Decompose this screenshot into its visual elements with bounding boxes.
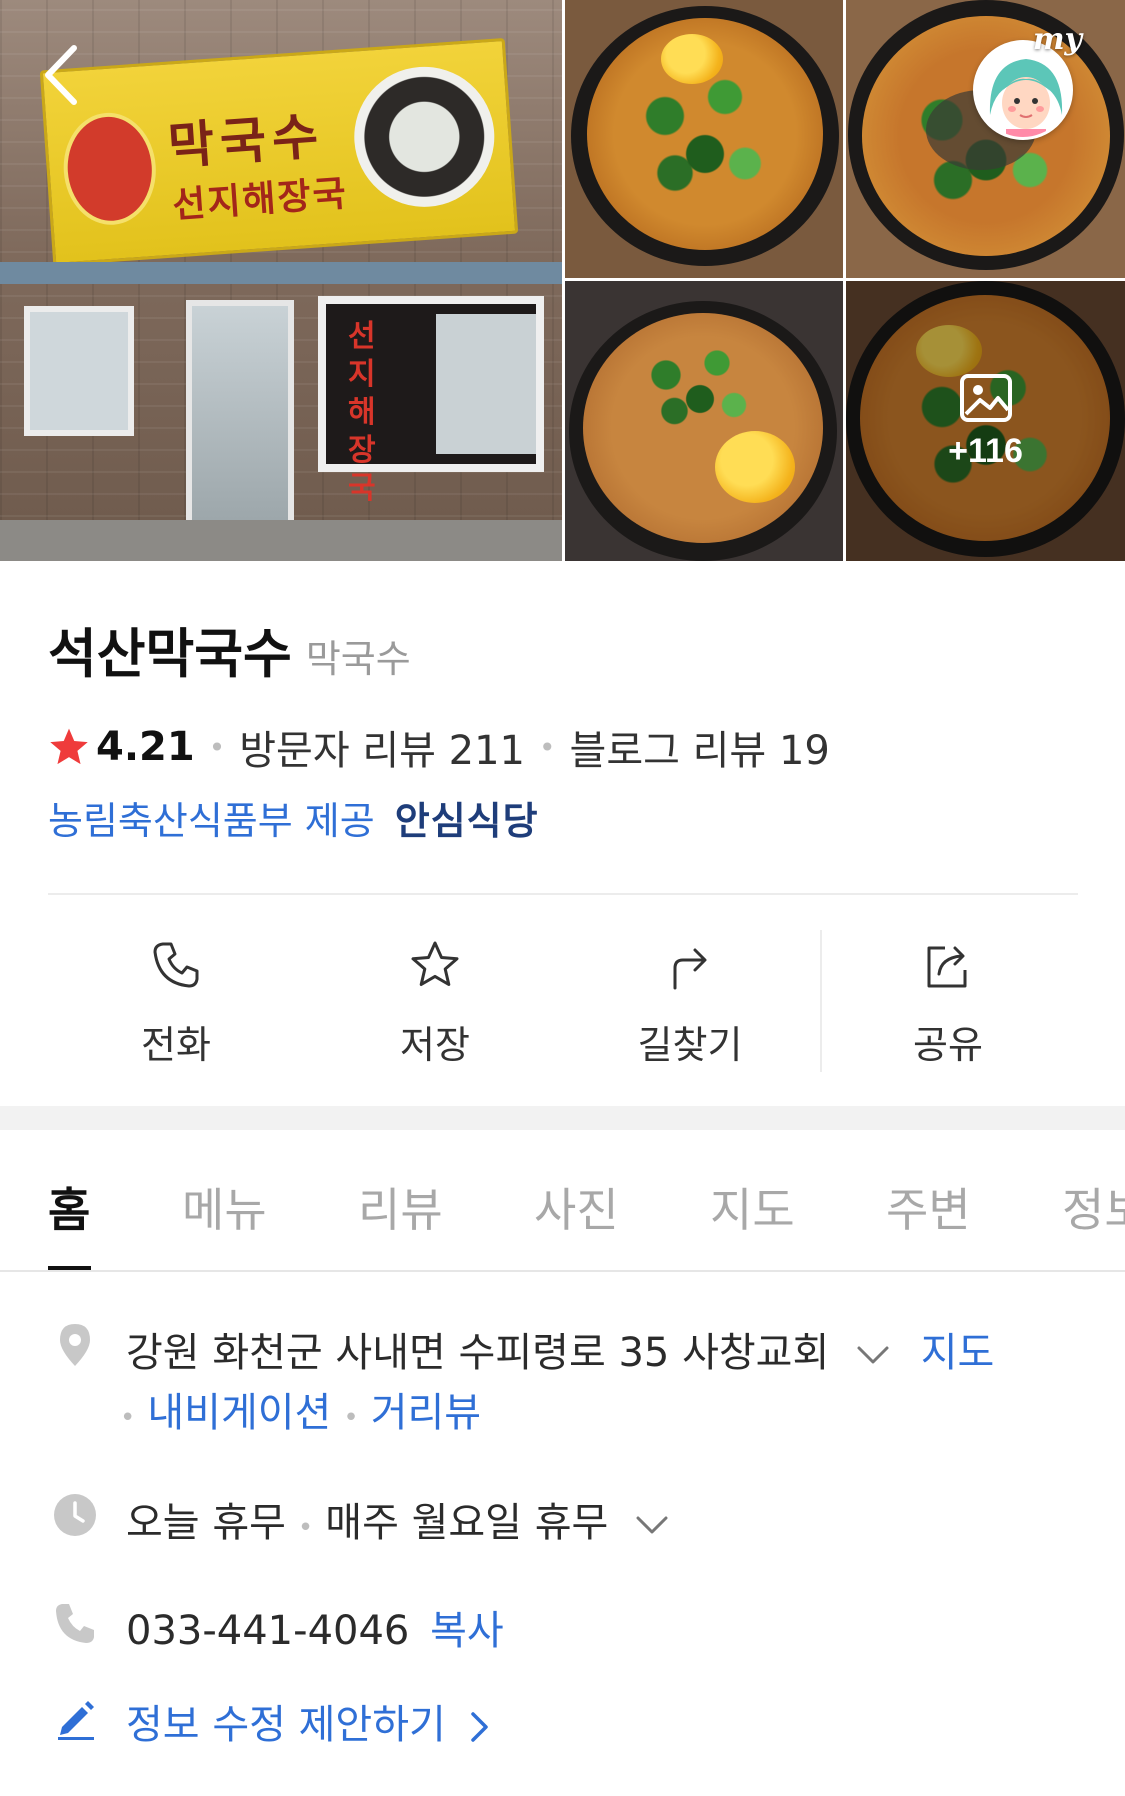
food-photo-4[interactable]: +116 — [846, 281, 1125, 561]
section-gap — [0, 1106, 1125, 1130]
pencil-icon — [58, 1701, 94, 1740]
tab-map[interactable]: 지도 — [710, 1174, 795, 1240]
avatar-face-icon — [976, 43, 1070, 137]
location-pin-icon — [60, 1324, 90, 1366]
food-photo-3[interactable] — [565, 281, 843, 561]
action-label: 길찾기 — [637, 1023, 743, 1067]
sign-logo-circle — [59, 109, 160, 228]
rating-row: 4.21 • 방문자 리뷰 211 • 블로그 리뷰 19 — [48, 718, 830, 776]
phone-icon — [153, 942, 199, 988]
chevron-down-icon[interactable] — [635, 1514, 669, 1536]
title-row: 석산막국수 막국수 — [48, 612, 411, 688]
phone-row: 033-441-4046 복사 — [126, 1598, 504, 1656]
window-glass — [436, 314, 536, 454]
my-label: my — [1032, 22, 1082, 57]
tab-home[interactable]: 홈 — [48, 1174, 90, 1240]
greens — [615, 327, 785, 447]
star-filled-icon — [50, 728, 88, 765]
suggest-edit-link[interactable]: 정보 수정 제안하기 — [126, 1692, 491, 1750]
navigation-link[interactable]: 내비게이션 — [147, 1390, 331, 1436]
tab-photos[interactable]: 사진 — [534, 1174, 619, 1240]
separator-dot: • — [208, 730, 226, 764]
photo-gallery: 막국수 선지해장국 선지해장국 +116 my — [0, 0, 1125, 561]
rating-value: 4.21 — [96, 724, 195, 770]
star-outline-icon — [411, 941, 459, 986]
separator-dot: • — [539, 730, 556, 764]
more-photos-count: +116 — [948, 431, 1023, 470]
food-photo-1[interactable] — [565, 0, 843, 278]
hours-row[interactable]: 오늘 휴무 • 매주 월요일 휴무 — [126, 1490, 669, 1548]
more-photos-overlay[interactable]: +116 — [846, 281, 1125, 561]
window-lettering: 선지해장국 — [348, 319, 376, 506]
tab-menu[interactable]: 메뉴 — [182, 1174, 267, 1240]
store-window-left — [24, 306, 134, 436]
egg-yolk — [661, 34, 723, 84]
action-label: 전화 — [141, 1023, 211, 1067]
share-button[interactable]: 공유 — [820, 930, 1076, 1080]
tab-bar: 홈 메뉴 리뷰 사진 지도 주변 정보 — [0, 1130, 1125, 1272]
action-separator — [820, 930, 822, 1072]
directions-icon — [673, 948, 707, 990]
blog-reviews-link[interactable]: 블로그 리뷰 19 — [570, 718, 830, 776]
address-text: 강원 화천군 사내면 수피령로 35 사창교회 — [126, 1330, 830, 1376]
save-button[interactable]: 저장 — [307, 930, 563, 1080]
action-label: 공유 — [913, 1023, 983, 1067]
store-window-right: 선지해장국 — [318, 296, 544, 506]
place-name: 석산막국수 — [48, 624, 292, 685]
chevron-down-icon[interactable] — [856, 1344, 890, 1366]
separator-dot: • — [297, 1513, 314, 1543]
divider — [48, 893, 1078, 895]
hours-status: 오늘 휴무 — [126, 1500, 286, 1546]
place-category: 막국수 — [305, 637, 411, 681]
active-tab-indicator — [48, 1266, 91, 1270]
address-links-row: • 내비게이션 • 거리뷰 — [120, 1380, 481, 1438]
chevron-left-icon — [45, 45, 77, 105]
my-profile-button[interactable]: my — [970, 22, 1082, 140]
action-label: 저장 — [400, 1023, 470, 1067]
back-button[interactable] — [36, 40, 88, 110]
sign-sub-text: 선지해장국 — [171, 172, 350, 227]
phone-number[interactable]: 033-441-4046 — [126, 1608, 409, 1654]
egg-yolk — [715, 431, 795, 503]
street-view-link[interactable]: 거리뷰 — [371, 1390, 481, 1436]
certification-row: 농림축산식품부 제공 안심식당 — [48, 790, 539, 845]
action-bar: 전화 저장 길찾기 공유 — [0, 930, 1125, 1080]
store-sign: 막국수 선지해장국 — [39, 37, 519, 267]
separator-dot: • — [343, 1403, 359, 1433]
sidewalk — [0, 520, 562, 561]
tab-nearby[interactable]: 주변 — [886, 1174, 971, 1240]
map-link[interactable]: 지도 — [921, 1330, 995, 1376]
visitor-reviews-link[interactable]: 방문자 리뷰 211 — [239, 718, 525, 776]
awning — [0, 262, 562, 284]
cert-provider-link[interactable]: 농림축산식품부 제공 — [48, 790, 375, 845]
sign-main-text: 막국수 — [166, 105, 327, 176]
hours-detail: 매주 월요일 휴무 — [325, 1500, 609, 1546]
sign-bowl-image — [349, 62, 500, 212]
image-icon — [959, 373, 1012, 422]
storefront-photo[interactable]: 막국수 선지해장국 선지해장국 — [0, 0, 562, 561]
separator-dot: • — [120, 1403, 136, 1433]
address-row: 강원 화천군 사내면 수피령로 35 사창교회 지도 — [126, 1320, 994, 1378]
safe-restaurant-badge: 안심식당 — [394, 799, 539, 843]
chevron-right-icon — [470, 1712, 488, 1742]
copy-phone-button[interactable]: 복사 — [430, 1608, 504, 1654]
phone-icon — [56, 1604, 94, 1643]
clock-icon — [54, 1494, 96, 1536]
tab-reviews[interactable]: 리뷰 — [358, 1174, 443, 1240]
suggest-edit-label: 정보 수정 제안하기 — [126, 1702, 446, 1748]
tab-info[interactable]: 정보 — [1062, 1174, 1125, 1240]
store-door — [186, 300, 294, 540]
call-button[interactable]: 전화 — [48, 930, 304, 1080]
directions-button[interactable]: 길찾기 — [562, 930, 818, 1080]
share-icon — [927, 946, 967, 988]
